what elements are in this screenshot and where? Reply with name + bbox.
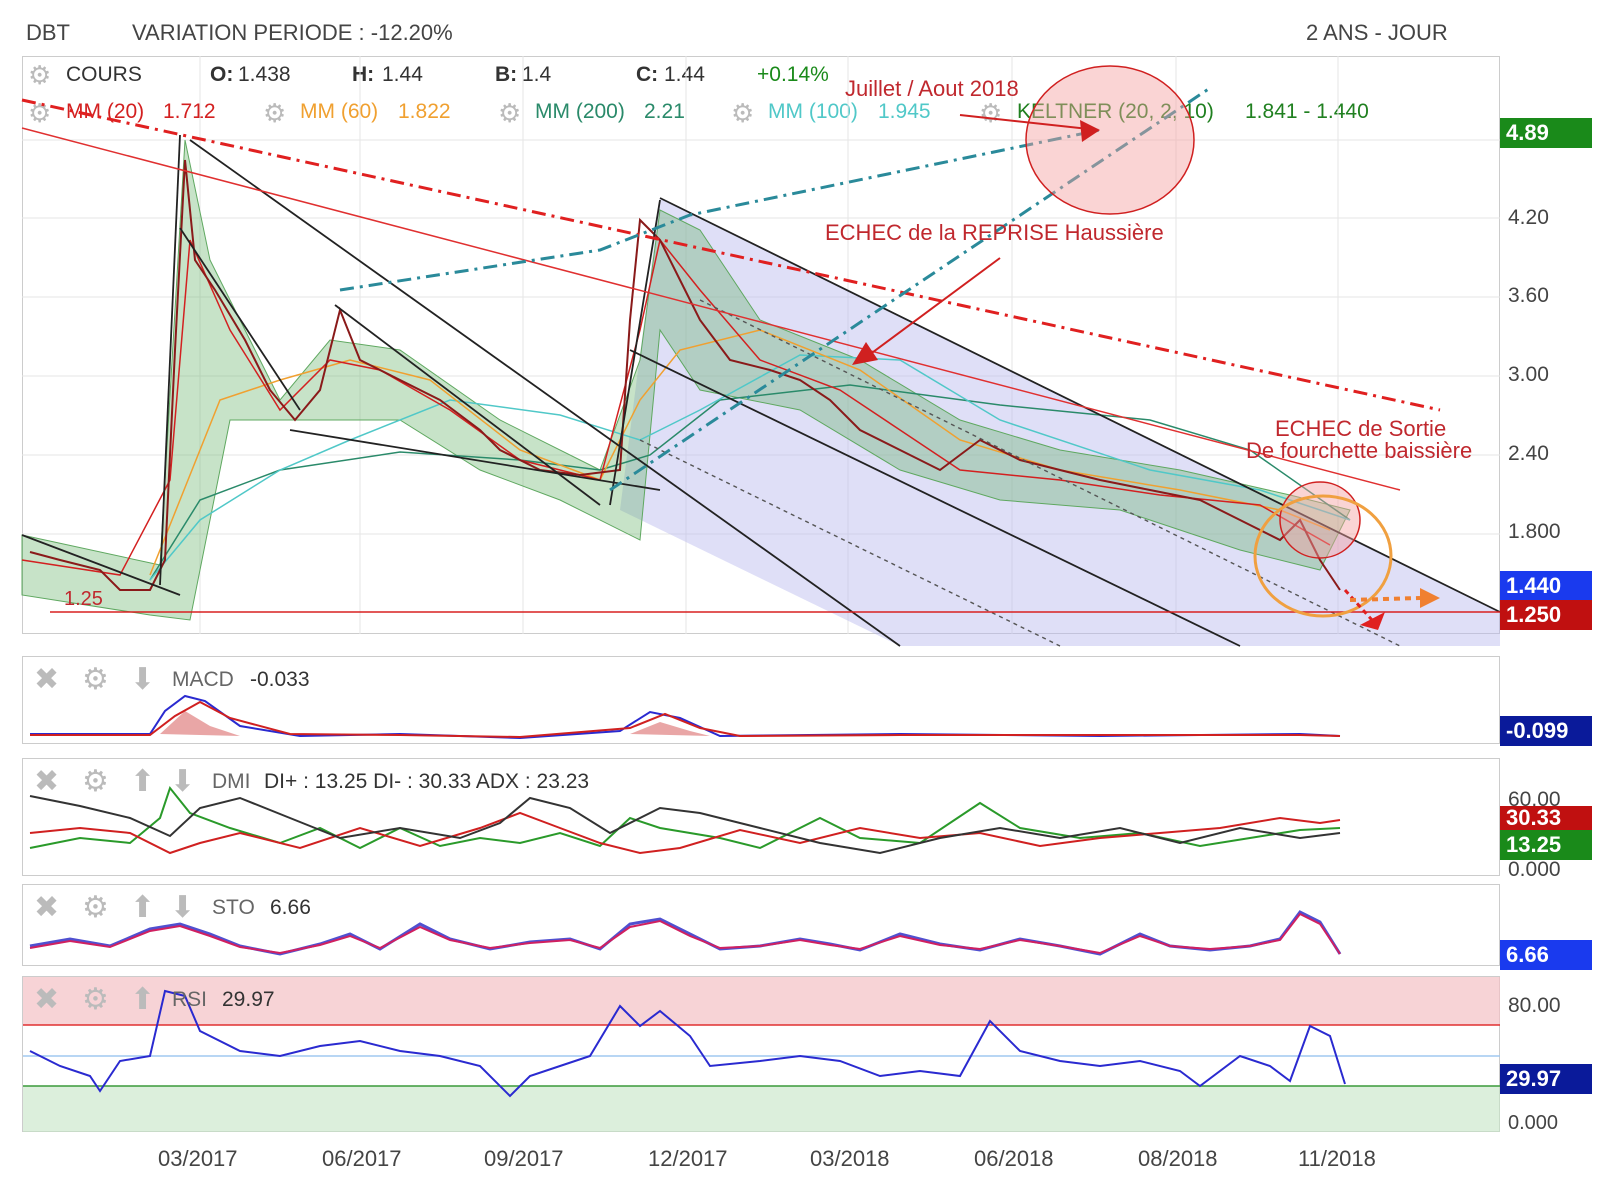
dmi-badge-di-minus: 30.33 [1500,806,1592,830]
rsi-tick-top: 80.00 [1508,994,1561,1017]
annotation-fourchette: De fourchette baissière [1246,438,1473,463]
price-badge-top: 4.89 [1500,118,1592,148]
di-plus-line [29,785,1341,850]
rsi-tick-bottom: 0.000 [1508,1112,1559,1134]
arrow-up-icon[interactable]: ⬆ [130,982,155,1017]
rsi-badge: 29.97 [1500,1064,1592,1094]
sto-badge: 6.66 [1500,940,1592,970]
price-tick: 3.60 [1508,284,1549,307]
macd-badge: -0.099 [1500,716,1592,746]
dmi-tick-bottom: 0.000 [1508,858,1561,881]
macd-chart [30,694,1341,740]
rsi-oversold-zone [23,1086,1500,1132]
sto-chart [29,910,1342,956]
rsi-label: RSI [172,988,208,1011]
x-tick: 09/2017 [484,1146,564,1171]
x-tick: 11/2018 [1298,1146,1376,1171]
price-tick: 1.800 [1508,520,1561,543]
juillet-circle [1025,65,1195,215]
annotation-juillet: Juillet / Aout 2018 [845,76,1019,101]
price-badge-last: 1.440 [1500,571,1592,601]
dmi-badge-di-plus: 13.25 [1500,830,1592,860]
close-icon[interactable]: ✖ [34,982,59,1017]
x-tick: 03/2017 [158,1146,238,1171]
annotation-support: 1.25 [64,588,103,610]
adx-line [29,795,1341,855]
x-tick: 03/2018 [810,1146,890,1171]
price-badge-support: 1.250 [1500,600,1592,630]
annotation-echec-reprise: ECHEC de la REPRISE Haussière [825,220,1164,245]
price-tick: 2.40 [1508,442,1549,465]
x-tick: 06/2018 [974,1146,1054,1171]
x-tick: 08/2018 [1138,1146,1218,1171]
macd-histogram [160,711,240,736]
x-tick: 12/2017 [648,1146,728,1171]
sortie-circle [1279,481,1361,559]
rsi-value: 29.97 [222,988,275,1011]
price-tick: 3.00 [1508,363,1549,386]
price-tick: 4.20 [1508,206,1549,229]
dmi-chart [29,785,1341,855]
x-tick: 06/2017 [322,1146,402,1171]
gear-icon[interactable]: ⚙ [82,982,109,1017]
